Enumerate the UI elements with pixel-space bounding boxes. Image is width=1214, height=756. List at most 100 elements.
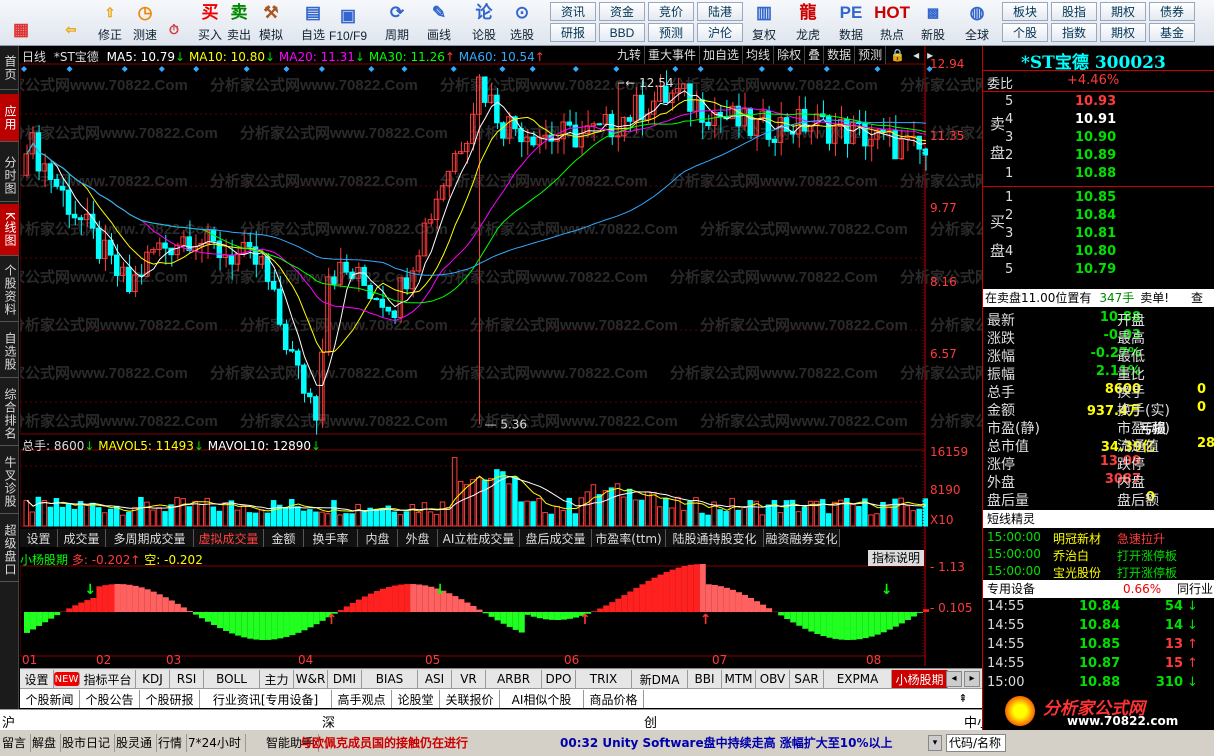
indicator-tab[interactable]: AI立桩成交量 [438,529,520,547]
period-label[interactable]: 日线 [22,50,46,64]
bottom-indicator-tab[interactable]: DPO [542,670,576,688]
toolbar-small-button[interactable]: 研报 [550,23,596,42]
bottom-indicator-tab[interactable]: EXPMA [824,670,892,688]
chart-header-button[interactable]: 数据 [824,46,856,64]
toolbar-small-button[interactable]: 期权 [1100,2,1146,21]
toolbar-small-button[interactable]: 竞价 [648,2,694,21]
left-tab-1[interactable]: 应用 [0,94,19,142]
news-tab[interactable]: 个股公告 [80,690,140,708]
short-title[interactable]: 短线精灵 [983,510,1214,528]
chart-header-button[interactable]: 九转 [614,46,646,64]
toolbar-button-10[interactable]: ⟳ 周期 [380,1,414,45]
toolbar-small-button[interactable]: 期权 [1100,23,1146,42]
bottom-indicator-tab[interactable]: BBI [688,670,722,688]
bottom-indicator-tab[interactable]: 主力 [260,670,294,688]
prev-icon[interactable]: ◂ [909,46,923,64]
toolbar-button-19[interactable]: HOT 热点 [874,1,910,45]
news-tab[interactable]: 论股堂 [392,690,440,708]
toolbar-small-button[interactable]: 指数 [1051,23,1097,42]
toolbar-small-button[interactable]: 个股 [1002,23,1048,42]
status-item[interactable]: 股市日记 [62,734,116,752]
scroll-right-icon[interactable]: ▸ [964,671,980,687]
status-item[interactable]: 解盘 [32,734,62,752]
news-tab[interactable]: 个股新闻 [20,690,80,708]
bottom-indicator-tab[interactable]: ASI [418,670,452,688]
left-tab-8[interactable]: 超级盘口 [0,518,19,582]
chart-header-button[interactable]: 加自选 [700,46,744,64]
next-icon[interactable]: ▸ [923,46,937,64]
indicator-tab[interactable]: 市盈率(ttm) [592,529,666,547]
left-tab-3[interactable]: K线图 [0,204,19,256]
sell-level-row[interactable]: 2 10.89 [1005,148,1116,165]
news-tab[interactable]: 高手观点 [332,690,392,708]
bottom-indicator-tab[interactable]: ARBR [486,670,542,688]
toolbar-button-9[interactable]: ▣ F10/F9 [329,1,367,45]
left-tab-2[interactable]: 分时图 [0,150,19,202]
left-tab-7[interactable]: 牛叉诊股 [0,450,19,514]
index-label[interactable]: 创 [644,712,657,731]
chart-header-button[interactable]: 除权 [774,46,806,64]
chart-header-button[interactable]: 重大事件 [645,46,701,64]
status-news[interactable]: 与欧佩克成员国的接触仍在进行 [300,734,468,752]
bottom-indicator-tab[interactable]: KDJ [136,670,170,688]
sell-level-row[interactable]: 4 10.91 [1005,112,1116,129]
bottom-indicator-tab[interactable]: RSI [170,670,204,688]
bottom-indicator-tab[interactable]: W&R [294,670,328,688]
toolbar-small-button[interactable]: 沪伦 [697,23,743,42]
status-item[interactable]: 留言 [2,734,32,752]
bottom-indicator-tab[interactable]: 小杨股期 [892,670,948,688]
code-search-input[interactable]: 代码/名称 [946,734,1006,752]
toolbar-small-button[interactable]: 基金 [1149,23,1195,42]
bottom-indicator-tab[interactable]: DMI [328,670,362,688]
sell-level-row[interactable]: 3 10.90 [1005,130,1116,147]
lock-icon[interactable]: 🔒 [886,46,909,64]
bottom-indicator-tab[interactable]: BIAS [362,670,418,688]
indicator-tab[interactable]: 外盘 [398,529,438,547]
buy-level-row[interactable]: 1 10.85 [1005,190,1116,207]
sell-level-row[interactable]: 5 10.93 [1005,94,1116,111]
left-tab-4[interactable]: 个股资料 [0,258,19,322]
sector-header[interactable]: 专用设备 0.66% 同行业 [983,580,1214,598]
order-notice[interactable]: 在卖盘11.00位置有 347手 卖单! 查 [983,289,1214,307]
news-tab[interactable]: AI相似个股 [500,690,584,708]
bottom-indicator-tab[interactable]: OBV [756,670,790,688]
status-ticker[interactable]: 00:32 Unity Software盘中持续走高 涨幅扩大至10%以上 [560,734,893,752]
toolbar-small-button[interactable]: BBD [599,23,645,42]
toolbar-small-button[interactable]: 资金 [599,2,645,21]
kline-canvas[interactable]: 分析家公式网www.70822.Com 分析家公式网www.70822.Com 分析… [20,46,982,666]
left-tab-5[interactable]: 自选股 [0,326,19,378]
toolbar-small-button[interactable]: 板块 [1002,2,1048,21]
bottom-indicator-tab[interactable]: BOLL [204,670,260,688]
bottom-indicator-tab[interactable]: SAR [790,670,824,688]
bottom-indicator-tab[interactable]: 指标平台 [80,670,136,688]
news-tab[interactable]: 商品价格 [584,690,644,708]
notice-more[interactable]: 查 [1191,289,1203,307]
news-tab[interactable]: 行业资讯[专用设备] [200,690,332,708]
indicator-tab[interactable]: 多周期成交量 [106,529,194,547]
indicator-tab[interactable]: 盘后成交量 [520,529,592,547]
news-tab[interactable]: 个股研报 [140,690,200,708]
scroll-left-icon[interactable]: ◂ [946,671,962,687]
bottom-indicator-tab[interactable]: TRIX [576,670,632,688]
status-item[interactable]: 股灵通 [116,734,158,752]
short-line-row[interactable]: 15:00:00 明冠新材 急速拉升 [987,530,1165,547]
bottom-indicator-tab[interactable]: 新DMA [632,670,688,688]
short-line-row[interactable]: 15:00:00 乔治白 打开涨停板 [987,547,1177,564]
indicator-note-button[interactable]: 指标说明 [868,550,924,566]
chart-header-button[interactable]: 均线 [743,46,775,64]
buy-level-row[interactable]: 5 10.79 [1005,262,1116,279]
sector-more[interactable]: 同行业 [1177,580,1213,598]
toolbar-button-20[interactable]: ▩ 新股 [916,1,950,45]
indicator-tab[interactable]: 内盘 [358,529,398,547]
toolbar-button-12[interactable]: 论论股 [467,1,501,45]
toolbar-small-button[interactable]: 预测 [648,23,694,42]
bottom-indicator-tab[interactable]: NEW [54,672,80,686]
toolbar-button-8[interactable]: ▤ 自选 [296,1,330,45]
chart-header-button[interactable]: 叠 [805,46,825,64]
bottom-indicator-tab[interactable]: 设置 [20,670,54,688]
toolbar-button-17[interactable]: 龍龙虎 [791,1,825,45]
toolbar-button-21[interactable]: ◍ 全球 [960,1,994,45]
sell-level-row[interactable]: 1 10.88 [1005,166,1116,183]
short-line-row[interactable]: 15:00:00 宝光股份 打开涨停板 [987,564,1177,581]
dropdown-icon[interactable]: ▾ [928,735,942,751]
